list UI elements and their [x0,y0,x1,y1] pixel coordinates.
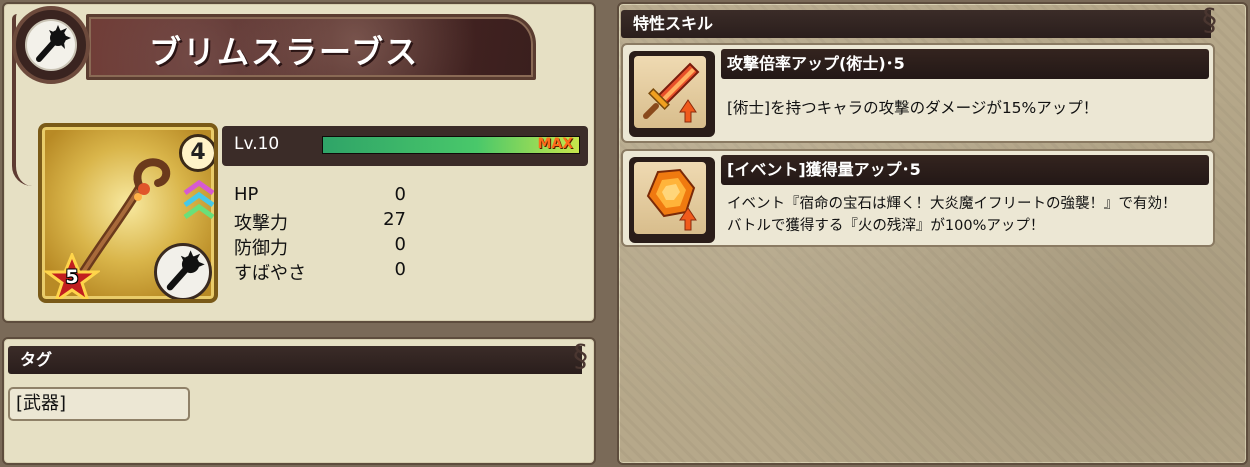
name-plate: ブリムスラーブス [86,14,536,80]
level-badge: 4 [179,134,214,172]
item-card[interactable]: 4 5 [38,123,218,303]
tags-header-label: タグ [20,350,53,369]
mace-icon [25,19,77,71]
stat-hp: HP 0 [234,184,414,208]
max-label: MAX [537,136,573,152]
weapon-type-badge [12,6,90,84]
stat-defense: 防御力 0 [234,234,414,259]
stat-value: 0 [394,259,406,280]
level-row: Lv.10 MAX [222,126,588,166]
stat-attack: 攻撃力 27 [234,209,414,234]
stat-value: 27 [383,209,406,230]
star-rank: 5 [65,266,79,288]
skill-title: 攻撃倍率アップ(術士)･5 [721,49,1209,79]
stat-label: 防御力 [234,238,288,259]
skill-title: [イベント]獲得量アップ･5 [721,155,1209,185]
stat-value: 0 [394,234,406,255]
scroll-ornament-icon: § [1202,3,1217,38]
scroll-ornament-icon: § [573,339,588,374]
item-name: ブリムスラーブス [149,33,420,71]
stat-label: HP [234,184,259,205]
level-label: Lv.10 [234,134,280,154]
skill-description: バトルで獲得する『火の残滓』が100%アップ！ [727,218,1045,234]
skill-description: [術士]を持つキャラの攻撃のダメージが15%アップ！ [727,99,1099,117]
tags-header: タグ § [8,342,588,374]
stat-label: 攻撃力 [234,213,288,234]
triple-chevron-icon [183,179,214,220]
name-banner: ブリムスラーブス [12,6,536,186]
skill-card[interactable]: [イベント]獲得量アップ･5 イベント『宿命の宝石は輝く！大炎魔イフリートの強襲… [621,149,1215,247]
sword-up-icon [629,51,715,137]
skills-header-label: 特性スキル [633,14,714,33]
skills-header: 特性スキル § [621,6,1217,38]
stat-label: すばやさ [234,263,306,284]
exp-bar: MAX [322,136,580,154]
tag-item[interactable]: [武器] [8,387,190,421]
skill-card[interactable]: 攻撃倍率アップ(術士)･5 [術士]を持つキャラの攻撃のダメージが15%アップ！ [621,43,1215,143]
stat-value: 0 [394,184,406,205]
stat-speed: すばやさ 0 [234,259,414,284]
gem-up-icon [629,157,715,243]
skill-description: イベント『宿命の宝石は輝く！大炎魔イフリートの強襲！』で有効！ [727,196,1177,212]
mace-icon [154,243,212,299]
